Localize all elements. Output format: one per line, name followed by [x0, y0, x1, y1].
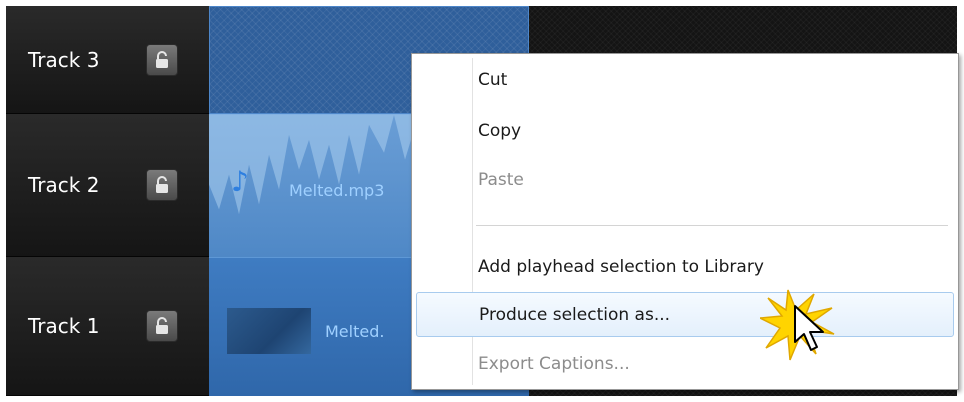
- lock-icon[interactable]: [146, 43, 178, 76]
- menu-item-label: Produce selection as...: [479, 304, 671, 325]
- video-thumbnail: [227, 308, 311, 354]
- audio-clip-label: Melted.mp3: [289, 181, 385, 200]
- track-name-1: Track 1: [28, 314, 100, 338]
- menu-item-add-to-library[interactable]: Add playhead selection to Library: [416, 245, 954, 289]
- track-header-1[interactable]: Track 1: [6, 257, 209, 396]
- menu-separator: [476, 225, 948, 226]
- menu-item-export-captions[interactable]: Export Captions...: [416, 342, 954, 386]
- menu-item-produce-selection[interactable]: Produce selection as...: [416, 292, 954, 337]
- track-header-3[interactable]: Track 3: [6, 6, 209, 114]
- context-menu: Cut Copy Paste Add playhead selection to…: [411, 53, 959, 390]
- lock-icon[interactable]: [146, 169, 178, 201]
- menu-item-cut[interactable]: Cut: [416, 58, 954, 102]
- menu-item-label: Export Captions...: [478, 354, 630, 374]
- menu-item-label: Cut: [478, 70, 508, 90]
- menu-item-label: Paste: [478, 170, 524, 190]
- mouse-cursor-icon: [794, 305, 824, 351]
- video-clip-label: Melted.: [325, 322, 385, 341]
- track-header-2[interactable]: Track 2: [6, 114, 209, 257]
- menu-item-copy[interactable]: Copy: [416, 109, 954, 153]
- menu-item-paste[interactable]: Paste: [416, 158, 954, 202]
- music-note-icon: ♪: [231, 165, 249, 198]
- menu-item-label: Copy: [478, 121, 522, 141]
- track-name-2: Track 2: [28, 173, 100, 197]
- lock-icon[interactable]: [146, 310, 178, 342]
- menu-item-label: Add playhead selection to Library: [478, 257, 764, 277]
- track-name-3: Track 3: [28, 47, 100, 72]
